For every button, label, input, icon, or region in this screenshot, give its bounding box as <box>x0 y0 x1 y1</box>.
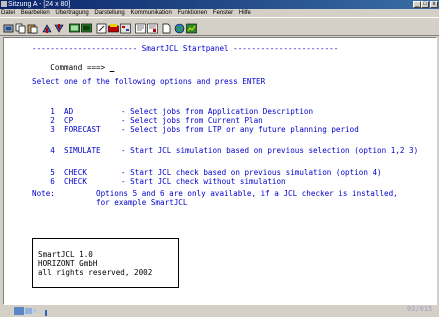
close-button[interactable]: x <box>430 1 438 8</box>
note-line-1: Options 5 and 6 are only available, if a… <box>96 189 398 198</box>
menu-bar: Datei Bearbeiten Übertragung Darstellung… <box>0 9 439 17</box>
panel-banner: ----------------------- SmartJCL Startpa… <box>32 44 339 53</box>
app-icon <box>1 1 7 7</box>
menu-item-hilfe[interactable]: Hilfe <box>239 10 251 16</box>
connection-status-icon <box>14 307 24 315</box>
menu-item-kommunikation[interactable]: Kommunikation <box>130 10 171 16</box>
menu-item-darstellung[interactable]: Darstellung <box>94 10 124 16</box>
paste-icon[interactable] <box>27 21 38 34</box>
title-bar: Sitzung A - [24 x 80] _ □ x <box>0 0 439 9</box>
instruction-text: Select one of the following options and … <box>32 77 266 86</box>
copyright-text: all rights reserved, 2002 <box>38 268 153 277</box>
note-label: Note: <box>32 189 55 198</box>
play-icon[interactable] <box>147 21 158 34</box>
copy-icon[interactable] <box>15 21 26 34</box>
connection-status-icon-3 <box>33 309 37 313</box>
graph-icon[interactable] <box>186 21 197 34</box>
keyboard-icon[interactable] <box>108 21 119 33</box>
status-bar <box>0 305 439 317</box>
toolbar <box>0 17 439 36</box>
record-icon[interactable] <box>135 21 146 34</box>
cursor-indicator-icon <box>45 310 47 316</box>
terminal-icon[interactable] <box>81 21 92 33</box>
globe-icon[interactable] <box>174 21 185 34</box>
maximize-button[interactable]: □ <box>421 1 429 8</box>
note-line-2: for example SmartJCL <box>96 198 188 207</box>
session-icon[interactable] <box>3 21 14 33</box>
display-icon[interactable] <box>69 21 80 33</box>
menu-item-fenster[interactable]: Fenster <box>213 10 233 16</box>
menu-item-uebertragung[interactable]: Übertragung <box>55 10 88 16</box>
menu-item-datei[interactable]: Datei <box>1 10 15 16</box>
terminal-screen[interactable]: ----------------------- SmartJCL Startpa… <box>3 37 437 313</box>
product-name: SmartJCL 1.0 <box>38 250 93 259</box>
info-box: SmartJCL 1.0 HORIZONT GmbH all rights re… <box>32 238 179 288</box>
company-name: HORIZONT GmbH <box>38 259 98 268</box>
command-input[interactable]: _ <box>110 63 115 72</box>
command-label: Command ===> <box>50 63 106 72</box>
connection-status-icon-2 <box>25 308 32 314</box>
menu-item-bearbeiten[interactable]: Bearbeiten <box>21 10 50 16</box>
edit-icon[interactable] <box>96 21 107 34</box>
receive-icon[interactable] <box>54 21 65 33</box>
send-icon[interactable] <box>42 21 53 33</box>
minimize-button[interactable]: _ <box>413 1 421 8</box>
window-title: Sitzung A - [24 x 80] <box>8 1 71 8</box>
macro-icon[interactable] <box>120 21 131 34</box>
menu-item-funktionen[interactable]: Funktionen <box>177 10 207 16</box>
document-icon[interactable] <box>161 21 172 34</box>
